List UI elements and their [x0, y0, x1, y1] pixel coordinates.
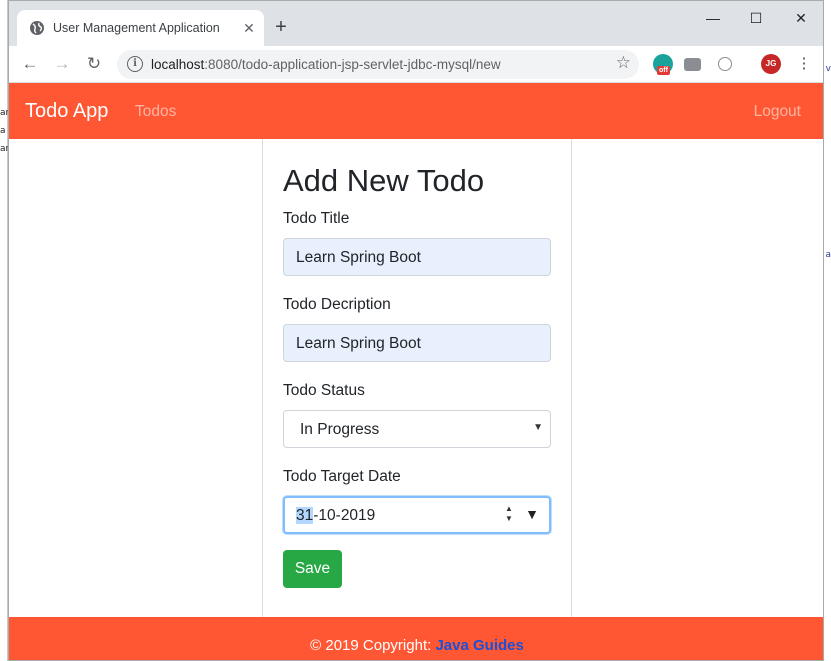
date-dropdown-icon[interactable]: ▼	[525, 506, 539, 522]
new-tab-button[interactable]: +	[269, 16, 293, 40]
extension-off-badge: off	[657, 66, 670, 75]
address-bar[interactable]: i localhost:8080/todo-application-jsp-se…	[117, 50, 639, 79]
date-day-segment[interactable]: 31	[296, 507, 314, 524]
reload-icon[interactable]: ↻	[81, 51, 107, 77]
app-navbar: Todo App Todos Logout	[9, 83, 823, 139]
status-label: Todo Status	[283, 382, 365, 399]
back-arrow-icon[interactable]: ←	[17, 51, 43, 77]
chevron-down-icon: ▼	[533, 422, 543, 433]
background-window-right: v a	[823, 0, 831, 661]
browser-toolbar: ← → ↻ i localhost:8080/todo-application-…	[9, 46, 823, 83]
title-input[interactable]: Learn Spring Boot	[283, 238, 551, 276]
minimize-icon[interactable]: —	[693, 7, 733, 31]
save-button[interactable]: Save	[283, 550, 342, 588]
date-rest-segment[interactable]: -10-2019	[313, 507, 375, 524]
tab-strip: User Management Application ✕ + — ☐ ✕	[9, 1, 823, 46]
maximize-icon[interactable]: ☐	[736, 7, 776, 31]
globe-icon	[30, 21, 44, 35]
tab-title: User Management Application	[53, 21, 220, 35]
forward-arrow-icon[interactable]: →	[49, 51, 75, 77]
browser-tab[interactable]: User Management Application ✕	[17, 10, 264, 46]
title-label: Todo Title	[283, 210, 350, 227]
target-date-label: Todo Target Date	[283, 468, 401, 485]
status-select[interactable]: In Progress ▼	[283, 410, 551, 448]
browser-window: User Management Application ✕ + — ☐ ✕ ← …	[8, 0, 824, 661]
info-icon[interactable]: i	[127, 56, 143, 72]
url-text[interactable]: localhost:8080/todo-application-jsp-serv…	[151, 57, 501, 72]
footer-text: © 2019 Copyright: Java Guides	[310, 637, 524, 654]
status-selected-value: In Progress	[300, 421, 380, 438]
page-title: Add New Todo	[283, 163, 485, 198]
target-date-input[interactable]: 31-10-2019 ▲ ▼ ▼	[283, 496, 551, 534]
camera-extension-icon[interactable]	[684, 58, 701, 71]
grammarly-extension-icon[interactable]: off	[653, 54, 673, 75]
smiley-extension-icon[interactable]	[718, 57, 732, 71]
footer-java-guides-link[interactable]: Java Guides	[435, 637, 523, 654]
page-footer: © 2019 Copyright: Java Guides	[9, 617, 823, 660]
profile-avatar[interactable]: JG	[761, 54, 781, 74]
tab-close-icon[interactable]: ✕	[240, 19, 258, 37]
page-content: Add New Todo Todo Title Learn Spring Boo…	[9, 139, 823, 617]
description-input[interactable]: Learn Spring Boot	[283, 324, 551, 362]
bookmark-star-icon[interactable]: ☆	[616, 53, 631, 73]
description-label: Todo Decription	[283, 296, 391, 313]
todo-form-card: Add New Todo Todo Title Learn Spring Boo…	[262, 139, 572, 617]
brand-link[interactable]: Todo App	[25, 100, 108, 123]
background-window-left: ar a ar	[0, 0, 9, 661]
date-spinner-icon[interactable]: ▲ ▼	[503, 504, 515, 526]
nav-todos-link[interactable]: Todos	[135, 103, 176, 121]
menu-kebab-icon[interactable]: ⋮	[791, 51, 817, 77]
close-window-icon[interactable]: ✕	[781, 7, 821, 31]
logout-link[interactable]: Logout	[754, 103, 801, 121]
